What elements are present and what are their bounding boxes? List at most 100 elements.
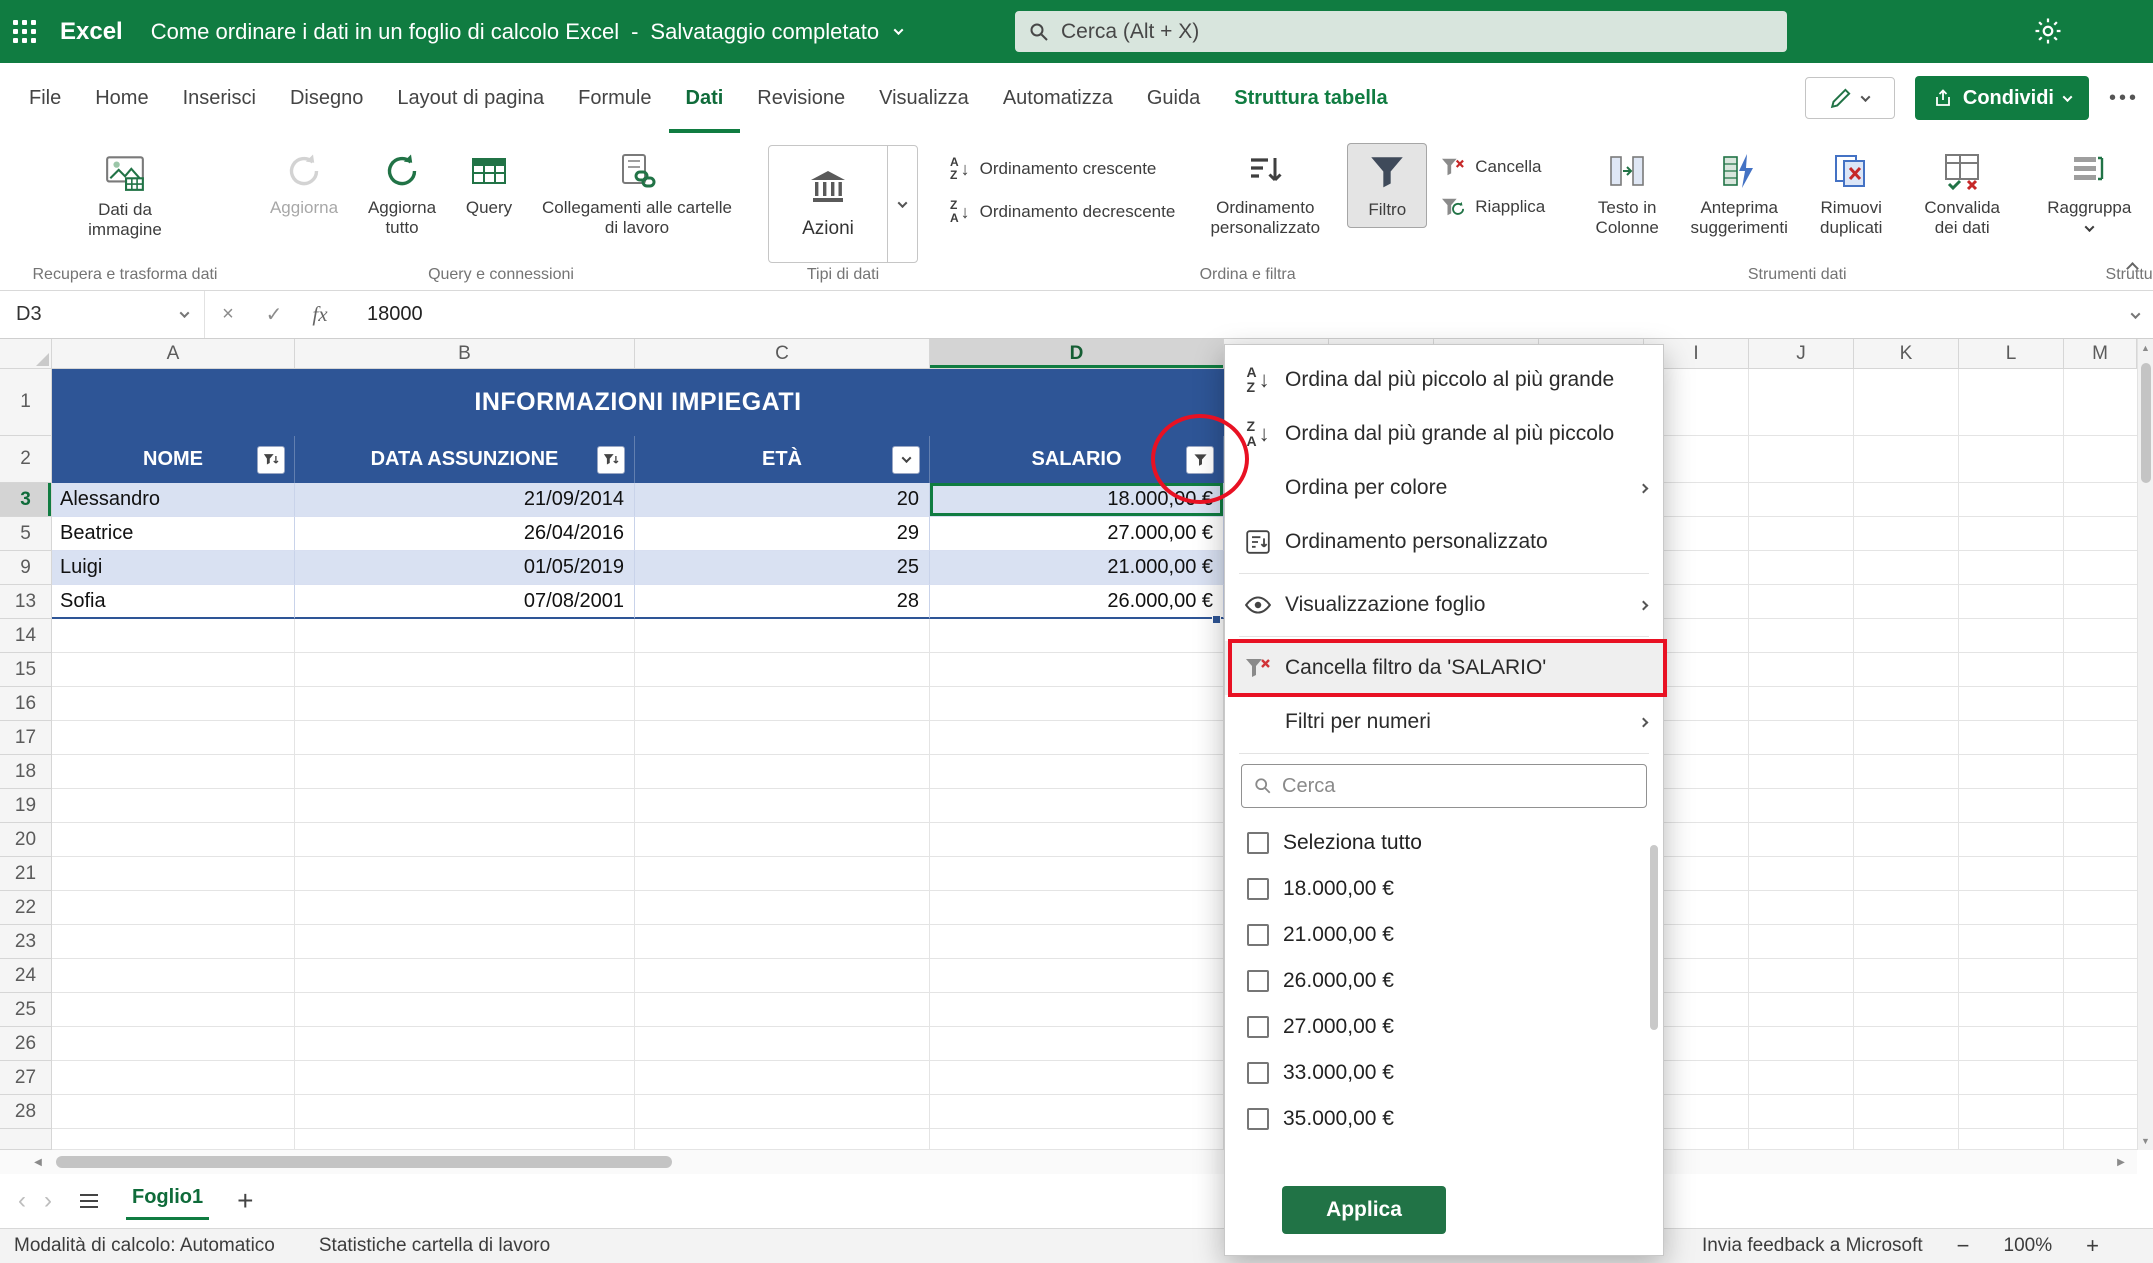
empty-cell[interactable]	[930, 755, 1224, 789]
empty-cell[interactable]	[635, 993, 930, 1027]
empty-cell[interactable]	[930, 1095, 1224, 1129]
empty-cell[interactable]	[52, 755, 295, 789]
empty-cell[interactable]	[52, 857, 295, 891]
row-header-5[interactable]: 5	[0, 517, 52, 551]
row-header[interactable]: 20	[0, 823, 52, 857]
share-button[interactable]: Condividi	[1915, 76, 2089, 120]
cell-c3-age[interactable]: 20	[635, 483, 930, 517]
empty-cell[interactable]	[635, 619, 930, 653]
empty-cell[interactable]	[52, 1129, 295, 1150]
prev-sheet-button[interactable]: ‹	[18, 1187, 26, 1215]
empty-cell[interactable]	[52, 687, 295, 721]
empty-cell[interactable]	[52, 925, 295, 959]
filter-option-27000[interactable]: 27.000,00 €	[1225, 1004, 1663, 1050]
row-header-2[interactable]: 2	[0, 436, 52, 483]
column-header-c[interactable]: C	[635, 339, 930, 369]
table-header-salario[interactable]: SALARIO	[930, 436, 1224, 483]
refresh-all-button[interactable]: Aggiorna tutto	[356, 143, 448, 246]
tab-visualizza[interactable]: Visualizza	[862, 63, 986, 133]
filter-option-18000[interactable]: 18.000,00 €	[1225, 866, 1663, 912]
empty-cell[interactable]	[930, 959, 1224, 993]
document-title[interactable]: Come ordinare i dati in un foglio di cal…	[151, 19, 902, 45]
checkbox[interactable]	[1247, 832, 1269, 854]
empty-cell[interactable]	[635, 1027, 930, 1061]
empty-cell[interactable]	[930, 687, 1224, 721]
empty-cell[interactable]	[295, 1027, 635, 1061]
tab-automatizza[interactable]: Automatizza	[986, 63, 1130, 133]
settings-gear-icon[interactable]	[2033, 16, 2063, 46]
cell-a13-name[interactable]: Sofia	[52, 585, 295, 619]
empty-cell[interactable]	[635, 755, 930, 789]
empty-cell[interactable]	[295, 823, 635, 857]
actions-main[interactable]: Azioni	[769, 146, 887, 262]
menu-item-sheet-view[interactable]: Visualizzazione foglio	[1225, 578, 1663, 632]
cell-d13-salary[interactable]: 26.000,00 €	[930, 585, 1224, 619]
row-header[interactable]: 26	[0, 1027, 52, 1061]
menu-item-number-filters[interactable]: Filtri per numeri	[1225, 695, 1663, 749]
empty-cell[interactable]	[295, 1129, 635, 1150]
checkbox[interactable]	[1247, 924, 1269, 946]
row-header[interactable]: 17	[0, 721, 52, 755]
search-box[interactable]	[1015, 11, 1787, 52]
filter-search-box[interactable]	[1241, 764, 1647, 808]
cell-c13-age[interactable]: 28	[635, 585, 930, 619]
empty-cell[interactable]	[295, 959, 635, 993]
row-header[interactable]: 18	[0, 755, 52, 789]
empty-cell[interactable]	[635, 1095, 930, 1129]
empty-cell[interactable]	[635, 789, 930, 823]
empty-cell[interactable]	[295, 993, 635, 1027]
row-header-13[interactable]: 13	[0, 585, 52, 619]
empty-cell[interactable]	[295, 721, 635, 755]
tab-disegno[interactable]: Disegno	[273, 63, 380, 133]
reapply-filter-button[interactable]: Riapplica	[1433, 191, 1553, 223]
empty-cell[interactable]	[295, 925, 635, 959]
cell-b9-date[interactable]: 01/05/2019	[295, 551, 635, 585]
tab-dati[interactable]: Dati	[669, 63, 741, 133]
empty-cell[interactable]	[295, 687, 635, 721]
cell-a3-name[interactable]: Alessandro	[52, 483, 295, 517]
empty-cell[interactable]	[635, 1129, 930, 1150]
confirm-entry-button[interactable]: ✓	[251, 302, 297, 327]
expand-formula-bar-button[interactable]	[2132, 306, 2139, 324]
empty-cell[interactable]	[295, 789, 635, 823]
select-all-corner[interactable]	[0, 339, 52, 369]
filter-button-nome[interactable]	[257, 446, 285, 474]
row-header[interactable]: 24	[0, 959, 52, 993]
row-header[interactable]: 27	[0, 1061, 52, 1095]
empty-cell[interactable]	[295, 1061, 635, 1095]
empty-cell[interactable]	[930, 925, 1224, 959]
empty-cell[interactable]	[930, 857, 1224, 891]
empty-cell[interactable]	[295, 891, 635, 925]
sheet-tab-foglio1[interactable]: Foglio1	[126, 1182, 209, 1220]
menu-scroll-thumb[interactable]	[1650, 845, 1658, 1030]
empty-cell[interactable]	[635, 891, 930, 925]
table-header-data-assunzione[interactable]: DATA ASSUNZIONE	[295, 436, 635, 483]
scroll-up-arrow[interactable]: ▲	[2138, 339, 2153, 357]
empty-cell[interactable]	[930, 789, 1224, 823]
cell-a5-name[interactable]: Beatrice	[52, 517, 295, 551]
checkbox[interactable]	[1247, 878, 1269, 900]
tab-formule[interactable]: Formule	[561, 63, 668, 133]
row-header[interactable]: 16	[0, 687, 52, 721]
row-header-3[interactable]: 3	[0, 483, 52, 517]
feedback-link[interactable]: Invia feedback a Microsoft	[1702, 1235, 1923, 1257]
column-header-m[interactable]: M	[2064, 339, 2137, 369]
cell-c5-age[interactable]: 29	[635, 517, 930, 551]
empty-cell[interactable]	[930, 823, 1224, 857]
table-resize-handle[interactable]	[1212, 615, 1221, 624]
checkbox[interactable]	[1247, 1016, 1269, 1038]
empty-cell[interactable]	[930, 653, 1224, 687]
add-sheet-button[interactable]: +	[237, 1187, 253, 1215]
sort-ascending-button[interactable]: AZ↓ Ordinamento crescente	[942, 151, 1183, 186]
empty-cell[interactable]	[635, 653, 930, 687]
empty-cell[interactable]	[52, 619, 295, 653]
actions-combo[interactable]: Azioni	[768, 145, 918, 263]
row-header-1[interactable]: 1	[0, 369, 52, 436]
scroll-left-arrow[interactable]: ◀	[26, 1150, 50, 1174]
empty-cell[interactable]	[295, 653, 635, 687]
vertical-scrollbar[interactable]: ▲ ▼	[2137, 339, 2153, 1150]
app-name[interactable]: Excel	[60, 18, 123, 46]
empty-cell[interactable]	[52, 959, 295, 993]
empty-cell[interactable]	[52, 891, 295, 925]
ungroup-rows-button[interactable]: Separa	[2143, 143, 2153, 226]
